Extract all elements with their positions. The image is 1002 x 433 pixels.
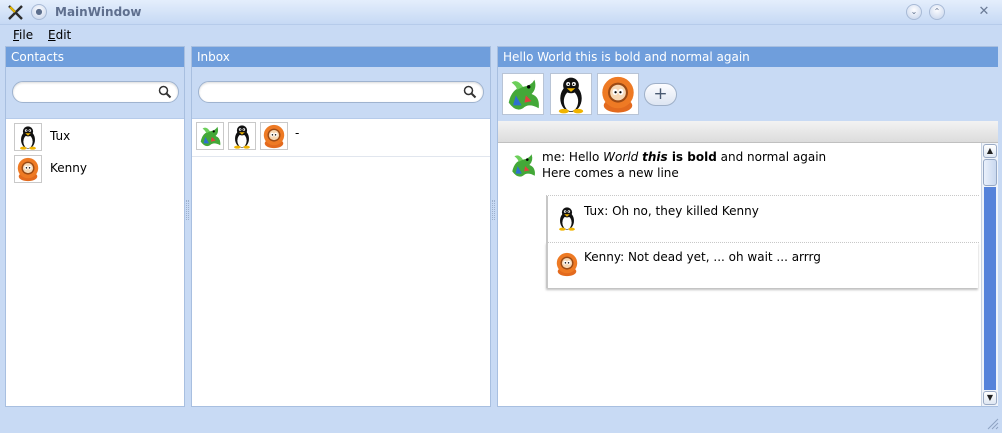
inbox-panel: Inbox - [191, 46, 491, 407]
scroll-thumb[interactable] [983, 159, 997, 186]
tux-avatar-icon [554, 203, 580, 233]
chat-view[interactable]: me: Hello World this is bold and normal … [498, 143, 981, 406]
kenny-avatar-icon [554, 249, 580, 279]
contacts-search-field[interactable] [12, 81, 179, 103]
tux-avatar-icon [228, 122, 256, 150]
inbox-item-preview: - [295, 126, 300, 140]
contacts-header: Contacts [6, 47, 184, 67]
menubar: File Edit [0, 25, 1002, 46]
resize-grip-icon[interactable] [986, 417, 999, 430]
contacts-search-bar [6, 67, 184, 119]
contacts-panel: Contacts Tux Kenny [5, 46, 185, 407]
conversation-panel: Hello World this is bold and normal agai… [497, 46, 998, 407]
splitter-handle[interactable] [492, 200, 495, 220]
reply-item: Kenny: Not dead yet, ... oh wait ... arr… [546, 242, 978, 288]
message-line-2: Here comes a new line [542, 166, 679, 180]
window-menu-button[interactable]: ● [31, 4, 47, 20]
dragon-avatar-icon [508, 149, 538, 181]
app-icon[interactable] [7, 4, 24, 21]
scroll-up-icon[interactable]: ▲ [983, 144, 997, 158]
kenny-avatar-icon [260, 122, 288, 150]
add-participant-button[interactable]: + [644, 83, 677, 106]
kenny-avatar-icon [14, 155, 42, 183]
message-line-1: me: Hello World this is bold and normal … [542, 150, 827, 164]
window-title: MainWindow [55, 5, 142, 19]
scroll-track[interactable] [984, 187, 996, 390]
reply-item: Tux: Oh no, they killed Kenny [546, 196, 978, 242]
search-icon[interactable] [158, 85, 172, 99]
inbox-search-bar [192, 67, 490, 119]
dragon-avatar-icon [196, 122, 224, 150]
scroll-down-icon[interactable]: ▼ [983, 391, 997, 405]
contact-item-tux[interactable]: Tux [14, 123, 70, 153]
conversation-header: Hello World this is bold and normal agai… [498, 47, 998, 67]
reply-text: Tux: Oh no, they killed Kenny [584, 204, 759, 218]
contacts-search-input[interactable] [23, 82, 153, 102]
chat-scrollbar[interactable]: ▲ ▼ [981, 143, 998, 406]
search-icon[interactable] [463, 85, 477, 99]
inbox-search-input[interactable] [209, 82, 459, 102]
participants-bar: + [498, 67, 998, 121]
kenny-avatar-icon[interactable] [597, 73, 639, 115]
tux-avatar-icon [14, 123, 42, 151]
menu-edit[interactable]: Edit [48, 28, 71, 42]
window-titlebar: ● MainWindow ⌄ ⌃ ✕ [0, 0, 1002, 25]
contact-name: Tux [50, 129, 71, 143]
menu-file[interactable]: File [13, 28, 33, 42]
compose-toolbar[interactable] [498, 121, 998, 143]
close-button[interactable]: ✕ [975, 3, 993, 21]
maximize-button[interactable]: ⌃ [929, 4, 945, 20]
inbox-search-field[interactable] [198, 81, 484, 103]
status-bar [0, 407, 1002, 433]
contact-name: Kenny [50, 161, 87, 175]
dragon-avatar-icon[interactable] [502, 73, 544, 115]
inbox-item[interactable]: - [192, 119, 490, 157]
contact-item-kenny[interactable]: Kenny [14, 155, 87, 185]
tux-avatar-icon[interactable] [550, 73, 592, 115]
inbox-header: Inbox [192, 47, 490, 67]
splitter-handle[interactable] [186, 200, 189, 220]
minimize-button[interactable]: ⌄ [906, 4, 922, 20]
reply-text: Kenny: Not dead yet, ... oh wait ... arr… [584, 250, 821, 264]
